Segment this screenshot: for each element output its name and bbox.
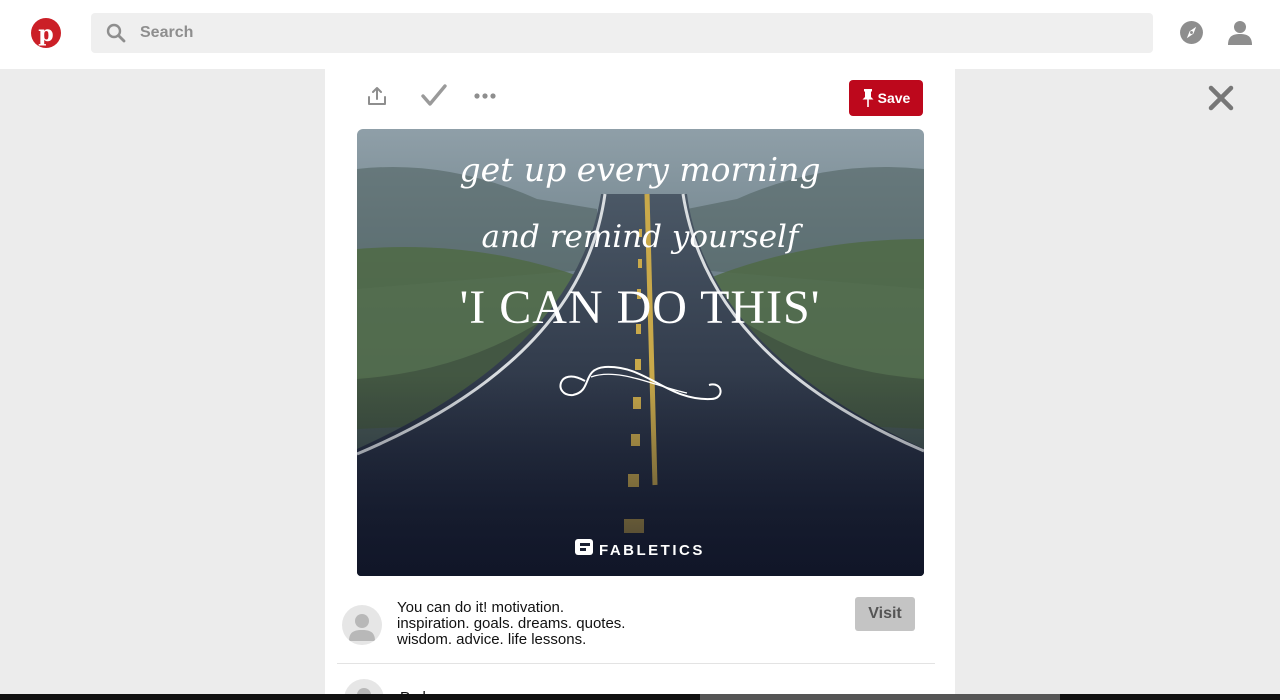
avatar[interactable] [342,605,382,645]
visit-button[interactable]: Visit [855,597,915,631]
check-icon[interactable] [421,84,447,108]
save-button[interactable]: Save [849,80,923,116]
user-icon[interactable] [1228,20,1252,45]
compass-icon[interactable] [1179,20,1204,45]
description-line: You can do it! motivation. [397,599,565,616]
search-bar[interactable] [91,13,1153,53]
search-icon [106,23,126,43]
brand-name: FABLETICS [599,542,705,559]
share-icon[interactable] [367,86,387,106]
pin-description: You can do it! motivation. inspiration. … [397,600,697,648]
fabletics-logo-icon [575,539,593,555]
quote-headline: 'I CAN DO THIS' [460,281,821,334]
pin-icon [862,89,874,107]
search-input[interactable] [140,24,1040,42]
save-label: Save [877,90,911,106]
description-line: inspiration. goals. dreams. quotes. [397,615,626,632]
pin-closeup-modal: Save get up every morning and remind you… [325,69,955,700]
pinterest-logo-icon[interactable]: p [31,18,61,48]
quote-line-2: and remind yourself [482,219,804,255]
description-line: wisdom. advice. life lessons. [397,631,587,648]
divider [337,663,935,664]
quote-line-1: get up every morning [459,150,820,189]
more-icon[interactable] [474,92,496,100]
bottom-strip [0,694,1280,700]
top-header: p [0,0,1280,69]
close-icon[interactable] [1207,84,1235,112]
pin-image[interactable]: get up every morning and remind yourself… [357,129,924,576]
